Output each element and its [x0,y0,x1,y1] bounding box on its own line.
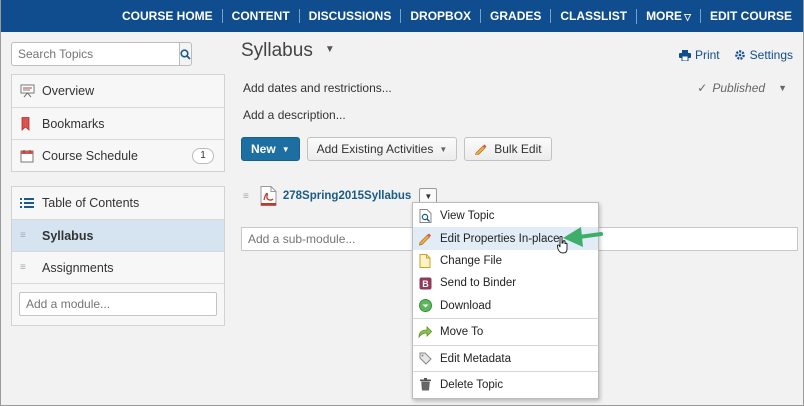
sidebar-item-label: Bookmarks [42,116,105,131]
settings-button[interactable]: Settings [734,48,793,62]
bulk-edit-label: Bulk Edit [494,142,542,156]
nav-dropbox[interactable]: DROPBOX [400,9,480,23]
settings-label: Settings [749,48,793,62]
sidebar-nav-group: Overview Bookmarks Course Schedule 1 [11,74,225,172]
calendar-icon [20,149,40,163]
module-label: Assignments [42,260,114,275]
menu-divider [413,371,598,373]
sidebar-item-overview[interactable]: Overview [12,75,224,107]
count-badge: 1 [192,147,214,164]
nav-edit-course[interactable]: EDIT COURSE [699,9,801,23]
view-topic-icon [418,209,432,224]
overview-icon [20,84,40,98]
menu-item-send-to-binder[interactable]: B Send to Binder [413,272,598,294]
new-button[interactable]: New ▼ [241,137,300,161]
chevron-down-icon[interactable]: ▼ [325,44,335,55]
course-navbar: COURSE HOME CONTENT DISCUSSIONS DROPBOX … [1,0,803,32]
print-button[interactable]: Print [678,48,720,62]
topic-link[interactable]: 278Spring2015Syllabus [283,190,411,202]
list-icon [20,197,40,209]
pencil-icon [475,144,487,155]
nav-grades[interactable]: GRADES [480,9,550,23]
add-existing-activities-button[interactable]: Add Existing Activities ▼ [306,137,458,161]
download-icon [418,299,432,313]
move-arrow-icon [418,325,432,339]
menu-divider [413,318,598,320]
file-icon [418,253,432,268]
binder-icon: B [418,276,432,290]
page-title[interactable]: Syllabus ▼ [241,40,335,62]
menu-item-label: Move To [440,326,484,339]
menu-item-label: Edit Properties In-place [440,232,560,245]
search-icon [180,48,191,60]
pencil-icon [418,232,432,246]
sidebar-item-label: Table of Contents [42,196,140,210]
add-module-row [12,283,224,325]
search-input[interactable] [11,42,179,66]
sidebar-item-table-of-contents[interactable]: Table of Contents [12,187,224,219]
chevron-down-icon: ▼ [439,144,448,154]
new-button-label: New [251,142,276,156]
sidebar-item-bookmarks[interactable]: Bookmarks [12,107,224,139]
menu-item-label: Send to Binder [440,277,517,290]
nav-more-label: MORE [646,8,683,23]
trash-icon [418,378,432,392]
module-item-syllabus[interactable]: ≡ Syllabus [12,219,224,251]
menu-item-download[interactable]: Download [413,295,598,317]
page-title-text: Syllabus [241,40,313,61]
add-module-input[interactable] [19,292,217,316]
drag-handle-icon[interactable]: ≡ [243,191,249,202]
nav-discussions[interactable]: DISCUSSIONS [298,9,401,23]
drag-handle-icon[interactable]: ≡ [20,262,26,273]
chevron-down-icon: ▼ [424,191,433,201]
chevron-down-icon: ▽ [684,11,691,22]
menu-item-change-file[interactable]: Change File [413,250,598,272]
bookmark-icon [20,116,40,131]
status-label: Published [712,81,766,95]
sidebar: Overview Bookmarks Course Schedule 1 [11,42,225,326]
module-label: Syllabus [42,228,94,243]
sidebar-item-course-schedule[interactable]: Course Schedule 1 [12,139,224,171]
menu-item-delete-topic[interactable]: Delete Topic [413,374,598,396]
menu-item-label: Download [440,299,492,312]
mouse-cursor-icon [557,236,568,254]
page-actions: Print Settings [678,48,793,62]
drag-handle-icon[interactable]: ≡ [20,230,26,241]
menu-item-move-to[interactable]: Move To [413,321,598,343]
nav-course-home[interactable]: COURSE HOME [113,9,222,23]
menu-item-label: Edit Metadata [440,352,511,365]
pdf-file-icon [260,186,277,206]
add-description-link[interactable]: Add a description... [243,108,346,122]
add-dates-link[interactable]: Add dates and restrictions... [243,81,392,95]
topic-row: ≡ 278Spring2015Syllabus ▼ [241,186,438,206]
check-icon: ✓ [697,81,708,95]
menu-divider [413,344,598,346]
search-box [11,42,192,66]
chevron-down-icon: ▼ [778,83,787,93]
gear-icon [734,50,745,60]
nav-classlist[interactable]: CLASSLIST [550,9,636,23]
add-existing-label: Add Existing Activities [316,142,434,156]
search-button[interactable] [179,42,192,66]
tag-icon [418,352,432,366]
module-item-assignments[interactable]: ≡ Assignments [12,251,224,283]
app-frame: COURSE HOME CONTENT DISCUSSIONS DROPBOX … [0,0,804,406]
menu-item-edit-metadata[interactable]: Edit Metadata [413,347,598,369]
bulk-edit-button[interactable]: Bulk Edit [464,137,552,161]
sidebar-item-label: Course Schedule [42,148,138,163]
toc-group: Table of Contents ≡ Syllabus ≡ Assignmen… [11,186,225,326]
menu-item-label: Delete Topic [440,378,504,391]
printer-icon [678,49,691,61]
chevron-down-icon: ▼ [281,144,290,154]
sidebar-item-label: Overview [42,84,95,98]
content-toolbar: New ▼ Add Existing Activities ▼ Bulk Edi… [241,137,552,161]
nav-more[interactable]: MORE ▽ [636,8,700,24]
publish-status-dropdown[interactable]: ✓ Published ▼ [697,81,787,95]
menu-item-label: View Topic [440,210,495,223]
menu-item-label: Change File [440,254,503,267]
nav-content[interactable]: CONTENT [221,9,299,23]
print-label: Print [694,48,720,62]
svg-text:B: B [422,279,429,289]
